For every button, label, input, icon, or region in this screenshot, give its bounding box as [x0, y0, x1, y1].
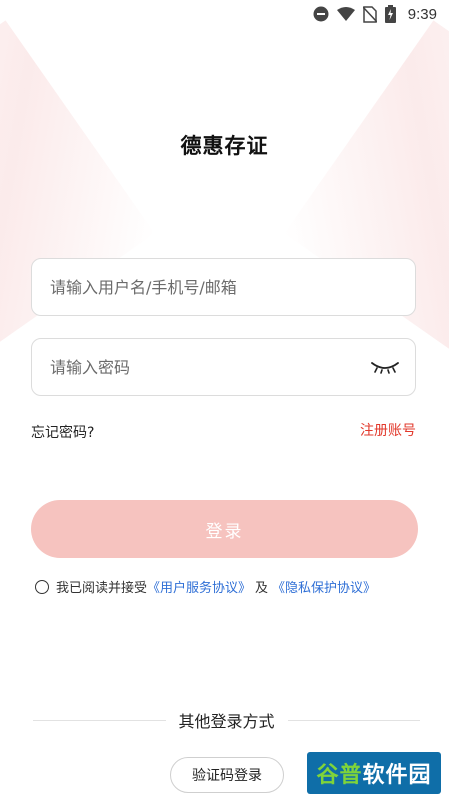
login-button[interactable]: 登录	[31, 500, 418, 558]
agreement-conjunction: 及	[255, 581, 269, 596]
eye-closed-icon[interactable]	[365, 360, 405, 374]
status-bar: 9:39	[0, 0, 449, 28]
code-login-button[interactable]: 验证码登录	[170, 757, 284, 793]
agreement-prefix: 我已阅读并接受	[56, 581, 148, 596]
username-input[interactable]	[32, 258, 415, 316]
status-time: 9:39	[407, 5, 437, 23]
username-field-container	[31, 258, 416, 316]
watermark-text-part1: 谷普	[316, 763, 363, 788]
app-title: 德惠存证	[180, 134, 269, 158]
watermark-text-part2: 软件园	[362, 763, 432, 788]
watermark-logo: 谷普 软件园	[307, 752, 441, 794]
other-login-heading: 其他登录方式	[178, 712, 275, 731]
other-login-divider: 其他登录方式	[33, 708, 421, 732]
battery-charging-icon	[384, 5, 396, 23]
no-sim-icon	[362, 5, 377, 23]
divider-line-left	[33, 719, 166, 721]
password-input[interactable]	[32, 338, 365, 396]
agreement-checkbox[interactable]	[35, 579, 49, 594]
forgot-password-link[interactable]: 忘记密码?	[31, 422, 94, 442]
register-account-link[interactable]: 注册账号	[360, 420, 416, 440]
do-not-disturb-icon	[313, 6, 329, 22]
wifi-icon	[336, 6, 355, 22]
user-agreement-link[interactable]: 《用户服务协议》	[147, 577, 251, 596]
agreement-row: 我已阅读并接受 《用户服务协议》 及 《隐私保护协议》	[35, 577, 376, 596]
privacy-agreement-link[interactable]: 《隐私保护协议》	[272, 577, 376, 596]
divider-line-right	[287, 719, 421, 721]
password-field-container	[31, 338, 416, 396]
